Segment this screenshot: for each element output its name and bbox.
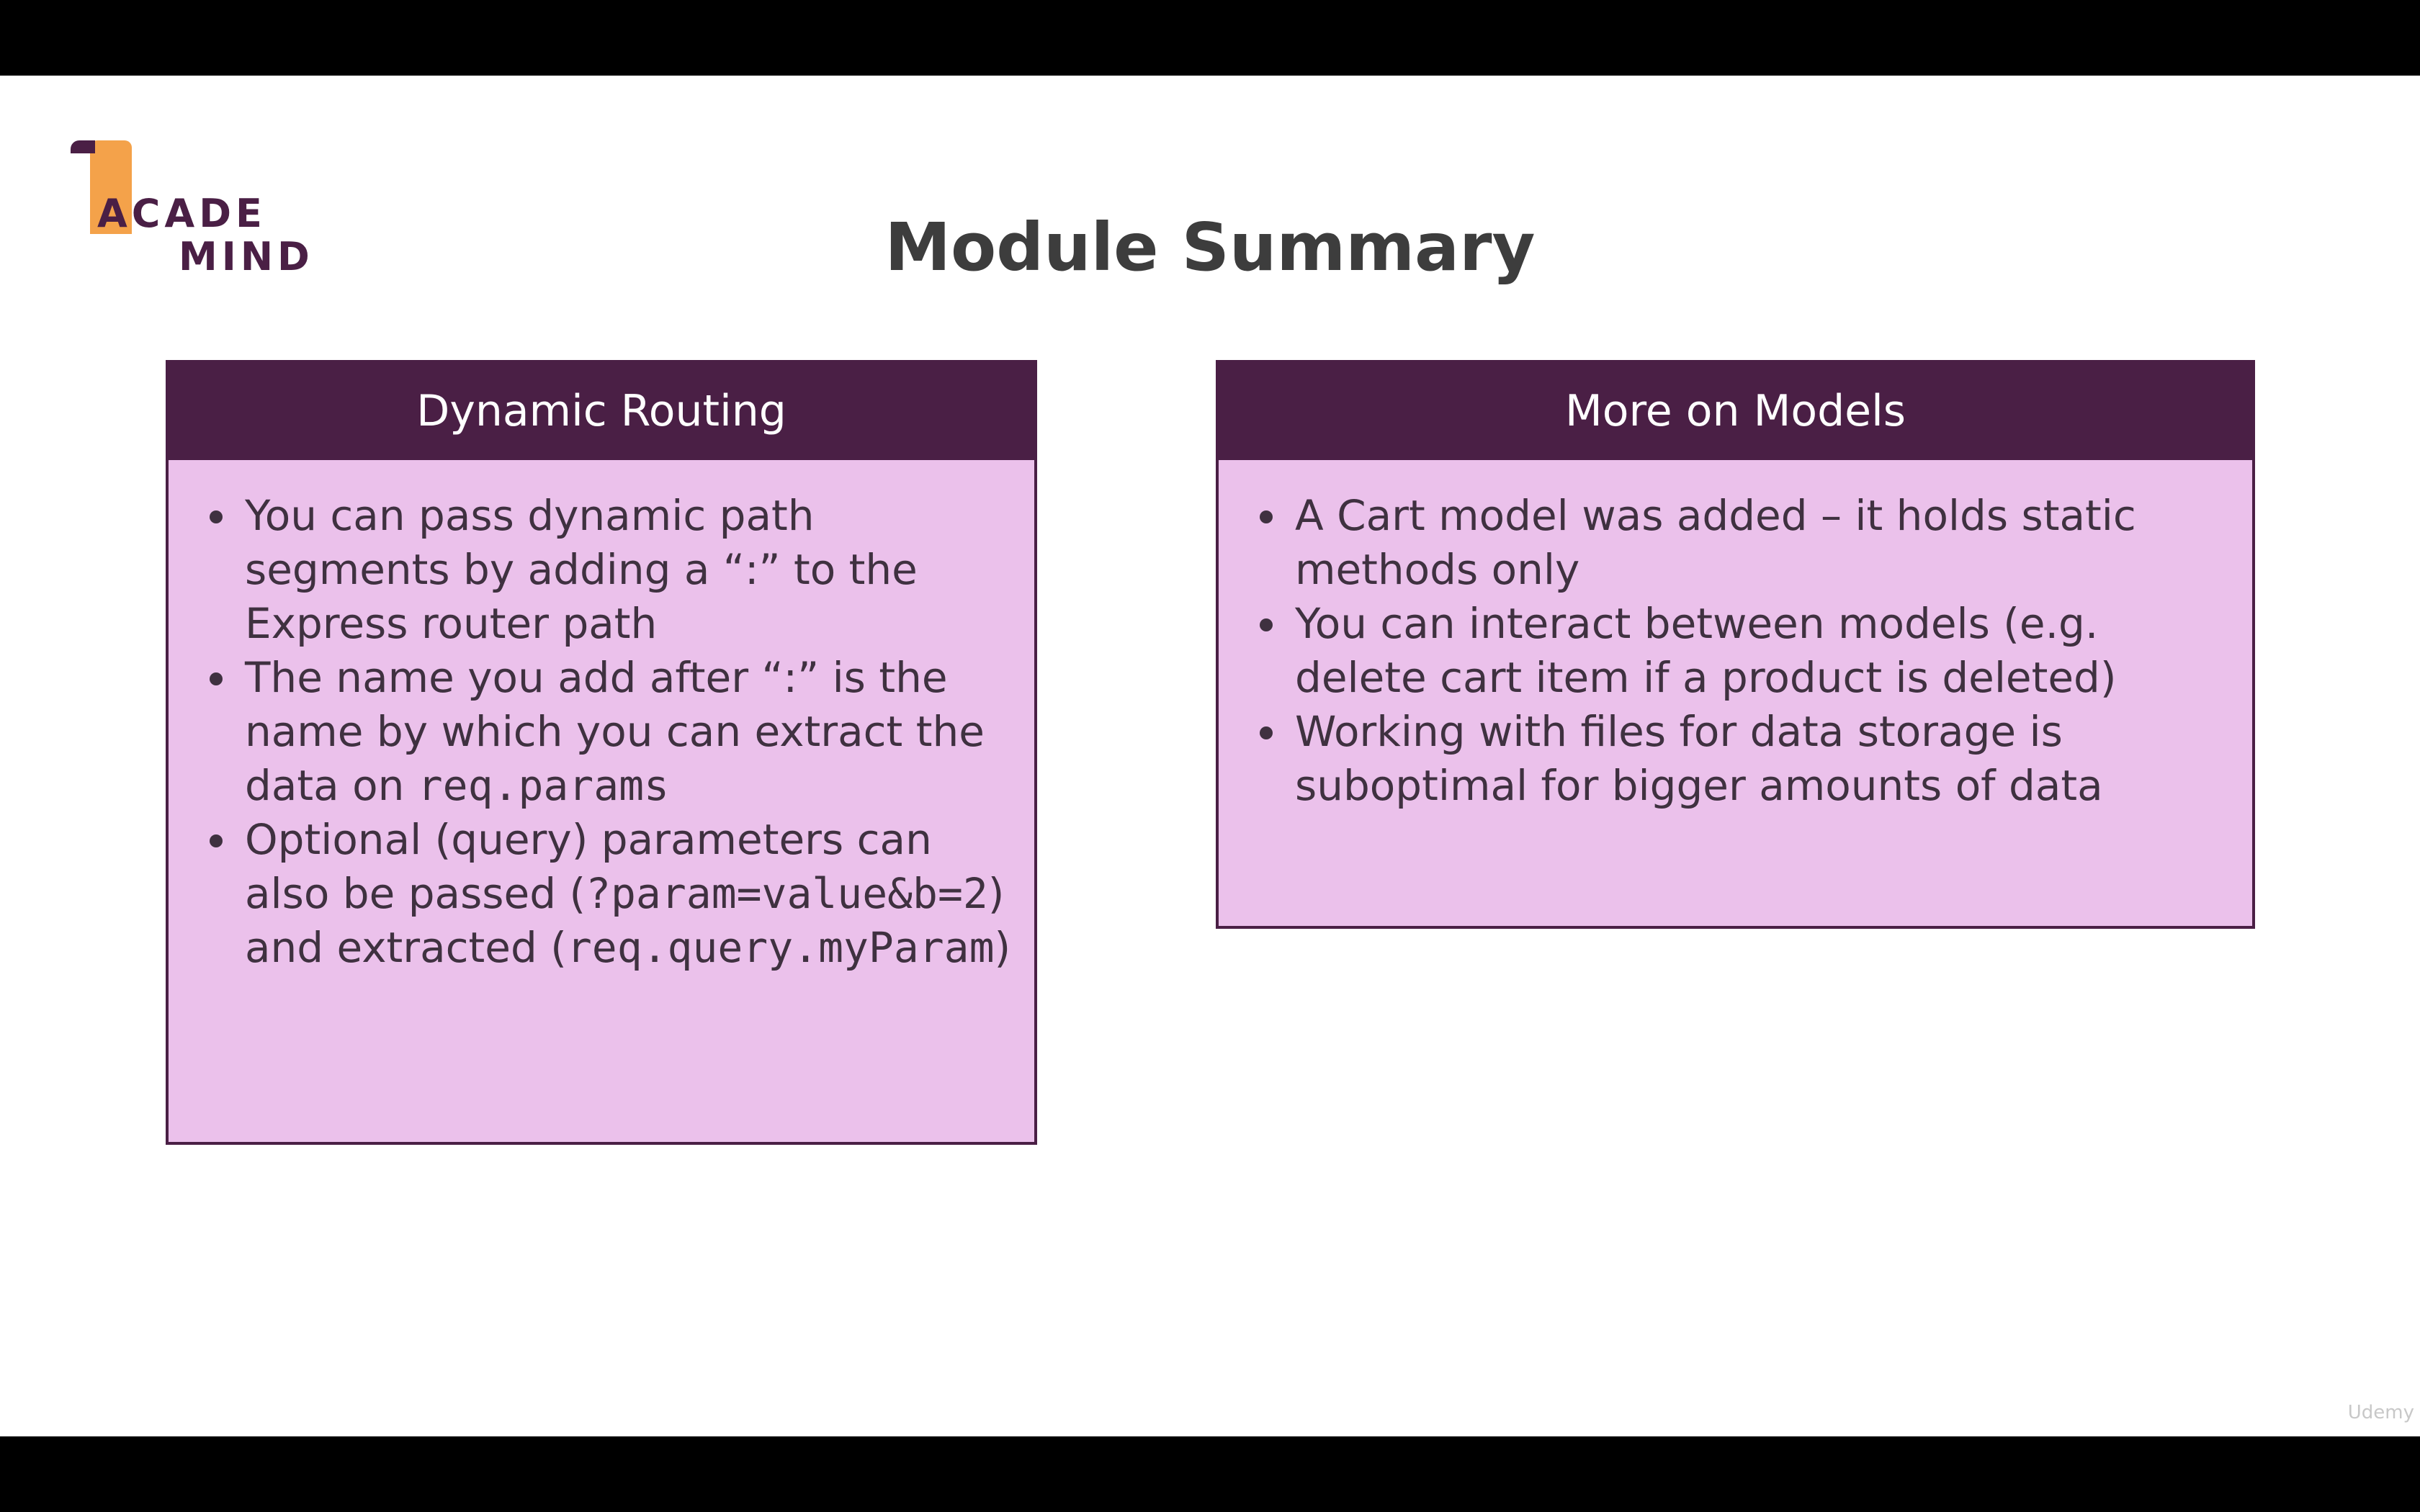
slide-title: Module Summary	[884, 209, 1536, 286]
bullet-item: You can pass dynamic path segments by ad…	[241, 489, 1013, 651]
udemy-watermark: Udemy	[2347, 1402, 2414, 1423]
bullet-text: You can pass dynamic path segments by ad…	[245, 491, 918, 648]
code-snippet: ?param=value&b=2	[586, 869, 988, 918]
bullet-text: Working with files for data storage is s…	[1295, 707, 2103, 810]
bullet-item: Optional (query) parameters can also be …	[241, 813, 1013, 975]
bullet-text: )	[994, 923, 1011, 972]
letterbox-bottom	[0, 1436, 2420, 1512]
card-header: More on Models	[1219, 363, 2252, 460]
bullet-item: You can interact between models (e.g. de…	[1291, 597, 2231, 705]
bullet-list: A Cart model was added – it holds static…	[1219, 460, 2252, 813]
code-snippet: req.query.myParam	[566, 923, 995, 972]
slide: ACADE MIND Module Summary Dynamic Routin…	[0, 76, 2420, 1436]
bullet-item: Working with files for data storage is s…	[1291, 705, 2231, 813]
bullet-item: The name you add after “:” is the name b…	[241, 651, 1013, 813]
code-snippet: req.params	[417, 761, 669, 810]
letterbox-top	[0, 0, 2420, 76]
bullet-list: You can pass dynamic path segments by ad…	[169, 460, 1034, 975]
bullet-text: You can interact between models (e.g. de…	[1295, 599, 2117, 702]
card-header: Dynamic Routing	[169, 363, 1034, 460]
card-dynamic-routing: Dynamic Routing You can pass dynamic pat…	[166, 360, 1037, 1145]
logo-hook-icon	[71, 140, 95, 153]
bullet-item: A Cart model was added – it holds static…	[1291, 489, 2231, 597]
card-more-on-models: More on Models A Cart model was added – …	[1216, 360, 2255, 929]
bullet-text: A Cart model was added – it holds static…	[1295, 491, 2136, 594]
